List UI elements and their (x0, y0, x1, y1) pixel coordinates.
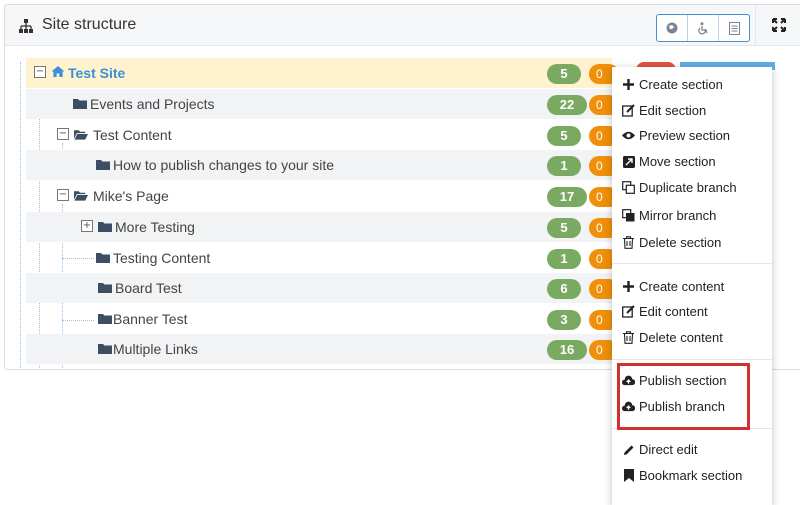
fullscreen-button[interactable] (755, 5, 800, 45)
folder-icon (98, 314, 112, 324)
menu-item-edit-content[interactable]: Edit content (622, 304, 708, 319)
tree-row-label: Events and Projects (90, 96, 215, 112)
folder-icon (98, 222, 112, 232)
tree-row-label: How to publish changes to your site (113, 157, 335, 173)
globe-view-button[interactable] (657, 15, 688, 41)
folder-icon (98, 344, 112, 354)
menu-item-label: Edit section (639, 103, 707, 118)
folder-icon (73, 99, 87, 109)
menu-item-label: Create section (639, 77, 723, 92)
child-count-badge: 1 (547, 249, 581, 269)
tree-row[interactable]: Multiple Links 16 (26, 334, 612, 364)
tree-row-test-site[interactable]: − Test Site 5 (26, 58, 612, 88)
menu-item-create-section[interactable]: Create section (622, 77, 723, 92)
menu-item-duplicate-branch[interactable]: Duplicate branch (622, 180, 737, 195)
tree-row-label: Mike's Page (93, 188, 169, 204)
child-count-badge: 17 (547, 187, 587, 207)
menu-divider (612, 359, 772, 360)
expand-icon (772, 18, 786, 32)
menu-item-label: Direct edit (639, 442, 698, 457)
tree-row[interactable]: − Test Content 5 (26, 120, 612, 150)
menu-item-delete-section[interactable]: Delete section (622, 235, 721, 250)
child-count-badge: 3 (547, 310, 581, 330)
tree-row[interactable]: + More Testing 5 (26, 212, 612, 242)
collapse-toggle[interactable]: − (34, 66, 46, 78)
edit-icon (622, 305, 635, 318)
menu-item-label: Edit content (639, 304, 708, 319)
menu-item-mirror-branch[interactable]: Mirror branch (622, 208, 716, 223)
edit-icon (622, 104, 635, 117)
child-count-badge: 16 (547, 340, 587, 360)
tree-row[interactable]: Banner Test 3 (26, 304, 612, 334)
panel-header: Site structure (5, 5, 800, 46)
menu-divider (612, 263, 772, 264)
tree-row[interactable]: How to publish changes to your site 1 (26, 150, 612, 180)
tree-row[interactable]: − Mike's Page 17 (26, 181, 612, 211)
child-count-badge: 5 (547, 218, 581, 238)
tree-row-label: More Testing (115, 219, 195, 235)
folder-icon (98, 283, 112, 293)
expand-toggle[interactable]: + (81, 220, 93, 232)
folder-open-icon (74, 130, 88, 140)
menu-item-create-content[interactable]: Create content (622, 279, 724, 294)
tree-row-label: Board Test (115, 280, 182, 296)
home-icon (51, 66, 65, 77)
plus-icon (622, 280, 635, 293)
tree-row-label: Multiple Links (113, 341, 198, 357)
child-count-badge: 1 (547, 156, 581, 176)
menu-item-preview-section[interactable]: Preview section (622, 128, 730, 143)
child-count-badge: 6 (547, 279, 581, 299)
menu-item-delete-content[interactable]: Delete content (622, 330, 723, 345)
pencil-icon (622, 443, 635, 456)
bookmark-icon (622, 469, 635, 482)
globe-icon (666, 22, 678, 34)
tree-row-label: Test Content (93, 127, 172, 143)
menu-item-label: Mirror branch (639, 208, 717, 223)
folder-icon (96, 160, 110, 170)
menu-item-label: Duplicate branch (639, 180, 737, 195)
trash-icon (622, 236, 635, 249)
mirror-icon (622, 209, 635, 222)
menu-item-label: Create content (639, 279, 725, 294)
document-view-button[interactable] (719, 15, 749, 41)
menu-item-edit-section[interactable]: Edit section (622, 103, 706, 118)
document-icon (728, 21, 740, 35)
context-menu: Create section Edit section Preview sect… (612, 67, 772, 505)
menu-item-direct-edit[interactable]: Direct edit (622, 442, 698, 457)
move-icon (622, 155, 635, 168)
child-count-badge: 22 (547, 95, 587, 115)
tree-row-label: Test Site (68, 65, 126, 81)
tree-row-label: Testing Content (113, 250, 211, 266)
menu-item-bookmark-section[interactable]: Bookmark section (622, 468, 742, 483)
folder-icon (96, 253, 110, 263)
publish-highlight-box (617, 363, 750, 430)
child-count-badge: 5 (547, 64, 581, 84)
eye-icon (622, 129, 635, 142)
folder-open-icon (74, 191, 88, 201)
child-count-badge: 5 (547, 126, 581, 146)
menu-item-label: Move section (639, 154, 716, 169)
tree-row[interactable]: Testing Content 1 (26, 243, 612, 273)
menu-item-label: Delete section (639, 235, 722, 250)
duplicate-icon (622, 181, 635, 194)
accessibility-view-button[interactable] (688, 15, 719, 41)
trash-icon (622, 331, 635, 344)
tree-connector (20, 62, 21, 368)
tree-row[interactable]: Events and Projects 22 (26, 89, 612, 119)
accessibility-icon (697, 21, 708, 34)
tree-row[interactable]: Board Test 6 (26, 273, 612, 303)
tree-row-label: Banner Test (113, 311, 188, 327)
view-mode-buttons (656, 14, 750, 42)
page-title: Site structure (42, 16, 137, 33)
collapse-toggle[interactable]: − (57, 189, 69, 201)
menu-item-label: Preview section (639, 128, 731, 143)
plus-icon (622, 78, 635, 91)
collapse-toggle[interactable]: − (57, 128, 69, 140)
sitemap-icon (19, 19, 33, 33)
menu-item-label: Delete content (639, 330, 723, 345)
menu-item-label: Bookmark section (639, 468, 743, 483)
menu-item-move-section[interactable]: Move section (622, 154, 716, 169)
